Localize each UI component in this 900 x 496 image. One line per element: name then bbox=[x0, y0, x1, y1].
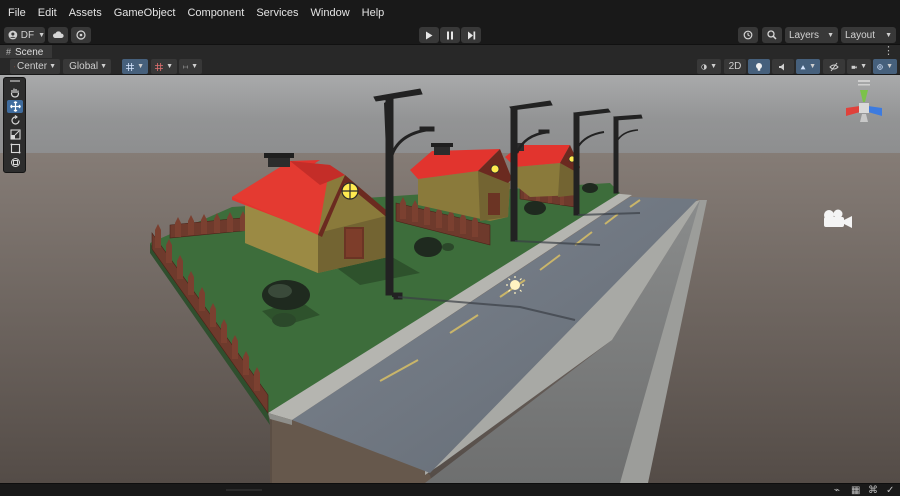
gizmos-dropdown[interactable]: ▼ bbox=[873, 59, 897, 74]
check-circle-icon[interactable]: ✓ bbox=[886, 485, 894, 496]
account-dropdown[interactable]: DF ▼ bbox=[4, 27, 45, 43]
chevron-down-icon: ▼ bbox=[49, 63, 56, 70]
scene-viewport[interactable] bbox=[0, 75, 900, 483]
history-button[interactable] bbox=[738, 27, 758, 43]
chevron-down-icon: ▼ bbox=[886, 63, 893, 70]
snap-increment-icon bbox=[183, 64, 188, 69]
pause-icon bbox=[447, 31, 453, 39]
scale-tool[interactable] bbox=[7, 128, 23, 141]
menu-file[interactable]: File bbox=[2, 0, 32, 27]
draw-mode-dropdown[interactable]: ▼ bbox=[697, 59, 721, 74]
pivot-center-icon bbox=[14, 66, 15, 67]
layers-dropdown[interactable]: Layers ▼ bbox=[785, 27, 838, 43]
collab-button[interactable] bbox=[71, 27, 91, 43]
hidden-objects-toggle[interactable] bbox=[823, 59, 845, 74]
scale-tool-icon bbox=[9, 129, 21, 140]
grid-snap-button[interactable]: ▼ bbox=[122, 59, 148, 74]
grid-icon bbox=[155, 62, 164, 71]
menu-services[interactable]: Services bbox=[250, 0, 304, 27]
cloud-button[interactable] bbox=[48, 27, 68, 43]
gizmos-icon bbox=[877, 63, 883, 70]
debug-icon[interactable]: ⌘ bbox=[868, 485, 878, 496]
menu-window[interactable]: Window bbox=[305, 0, 356, 27]
play-button[interactable] bbox=[419, 27, 439, 43]
menu-gameobject[interactable]: GameObject bbox=[108, 0, 182, 27]
chevron-down-icon: ▼ bbox=[860, 63, 867, 70]
chevron-down-icon: ▼ bbox=[710, 63, 717, 70]
chevron-down-icon: ▼ bbox=[166, 63, 173, 70]
step-button[interactable] bbox=[461, 27, 481, 43]
menu-bar: File Edit Assets GameObject Component Se… bbox=[0, 0, 900, 27]
grid-visibility-button[interactable]: ▼ bbox=[151, 59, 177, 74]
pivot-label: Center bbox=[17, 61, 48, 72]
transform-tool[interactable] bbox=[7, 156, 23, 169]
scene-toolbar: Center ▼ Global ▼ ▼ ▼ ▼ ▼ 2D ▼ ▼ ▼ bbox=[0, 58, 900, 75]
audio-toggle[interactable] bbox=[772, 59, 794, 74]
audio-icon bbox=[779, 63, 784, 70]
tab-scene-label: Scene bbox=[15, 46, 44, 58]
progress-track bbox=[226, 489, 262, 491]
layout-dropdown[interactable]: Layout ▼ bbox=[841, 27, 896, 43]
effects-dropdown[interactable]: ▼ bbox=[796, 59, 820, 74]
camera-settings-dropdown[interactable]: ▼ bbox=[847, 59, 871, 74]
rotate-tool-icon bbox=[10, 115, 20, 125]
chevron-down-icon: ▼ bbox=[137, 63, 144, 70]
cloud-icon bbox=[52, 31, 64, 38]
collab-icon bbox=[76, 30, 86, 40]
toggle-2d-button[interactable]: 2D bbox=[724, 59, 746, 74]
search-icon bbox=[767, 30, 777, 40]
step-icon bbox=[467, 31, 475, 39]
tool-palette bbox=[3, 77, 26, 173]
chevron-down-icon: ▼ bbox=[191, 63, 198, 70]
lightbulb-icon bbox=[756, 62, 762, 71]
menu-component[interactable]: Component bbox=[181, 0, 250, 27]
scene-render bbox=[0, 75, 900, 483]
pivot-dropdown[interactable]: Center ▼ bbox=[10, 59, 60, 74]
status-bar: ⌁ ▦ ⌘ ✓ bbox=[0, 483, 900, 496]
more-options-icon[interactable]: ⋮ bbox=[883, 45, 894, 58]
chevron-down-icon: ▼ bbox=[885, 31, 892, 39]
search-button[interactable] bbox=[762, 27, 782, 43]
hand-tool-icon bbox=[10, 88, 20, 98]
package-icon[interactable]: ▦ bbox=[851, 485, 860, 496]
effects-icon bbox=[800, 64, 806, 69]
chevron-down-icon: ▼ bbox=[827, 31, 834, 39]
history-icon bbox=[743, 30, 753, 40]
camera-icon bbox=[851, 65, 857, 69]
tab-bar: # Scene ⋮ bbox=[0, 44, 900, 59]
menu-assets[interactable]: Assets bbox=[63, 0, 108, 27]
space-dropdown[interactable]: Global ▼ bbox=[63, 59, 111, 74]
eye-slash-icon bbox=[829, 62, 839, 71]
pause-button[interactable] bbox=[440, 27, 460, 43]
menu-edit[interactable]: Edit bbox=[32, 0, 63, 27]
main-toolbar: DF ▼ Layers ▼ Layout ▼ bbox=[0, 27, 900, 44]
tab-scene[interactable]: # Scene bbox=[0, 45, 52, 59]
toggle-2d-label: 2D bbox=[728, 61, 742, 72]
shading-mode-icon bbox=[701, 63, 707, 70]
move-tool-icon bbox=[9, 101, 21, 112]
hand-tool[interactable] bbox=[7, 86, 23, 99]
account-circle-icon bbox=[8, 30, 18, 40]
rotate-tool[interactable] bbox=[7, 114, 23, 127]
grid-snap-icon bbox=[126, 62, 135, 71]
chevron-down-icon: ▼ bbox=[38, 31, 45, 39]
scene-grid-icon: # bbox=[6, 47, 12, 57]
network-icon[interactable]: ⌁ bbox=[834, 485, 840, 496]
rect-tool-icon bbox=[10, 143, 20, 154]
transform-tool-icon bbox=[10, 158, 20, 167]
palette-grip[interactable] bbox=[10, 80, 20, 82]
move-tool[interactable] bbox=[7, 100, 23, 113]
account-label: DF bbox=[20, 29, 35, 41]
increment-snap-button[interactable]: ▼ bbox=[179, 59, 202, 74]
lighting-toggle[interactable] bbox=[748, 59, 770, 74]
chevron-down-icon: ▼ bbox=[100, 63, 107, 70]
layout-label: Layout bbox=[845, 29, 876, 41]
chevron-down-icon: ▼ bbox=[809, 63, 816, 70]
space-label: Global bbox=[69, 61, 99, 72]
layers-label: Layers bbox=[789, 29, 820, 41]
menu-help[interactable]: Help bbox=[356, 0, 391, 27]
rect-tool[interactable] bbox=[7, 142, 23, 155]
play-icon bbox=[426, 31, 433, 39]
